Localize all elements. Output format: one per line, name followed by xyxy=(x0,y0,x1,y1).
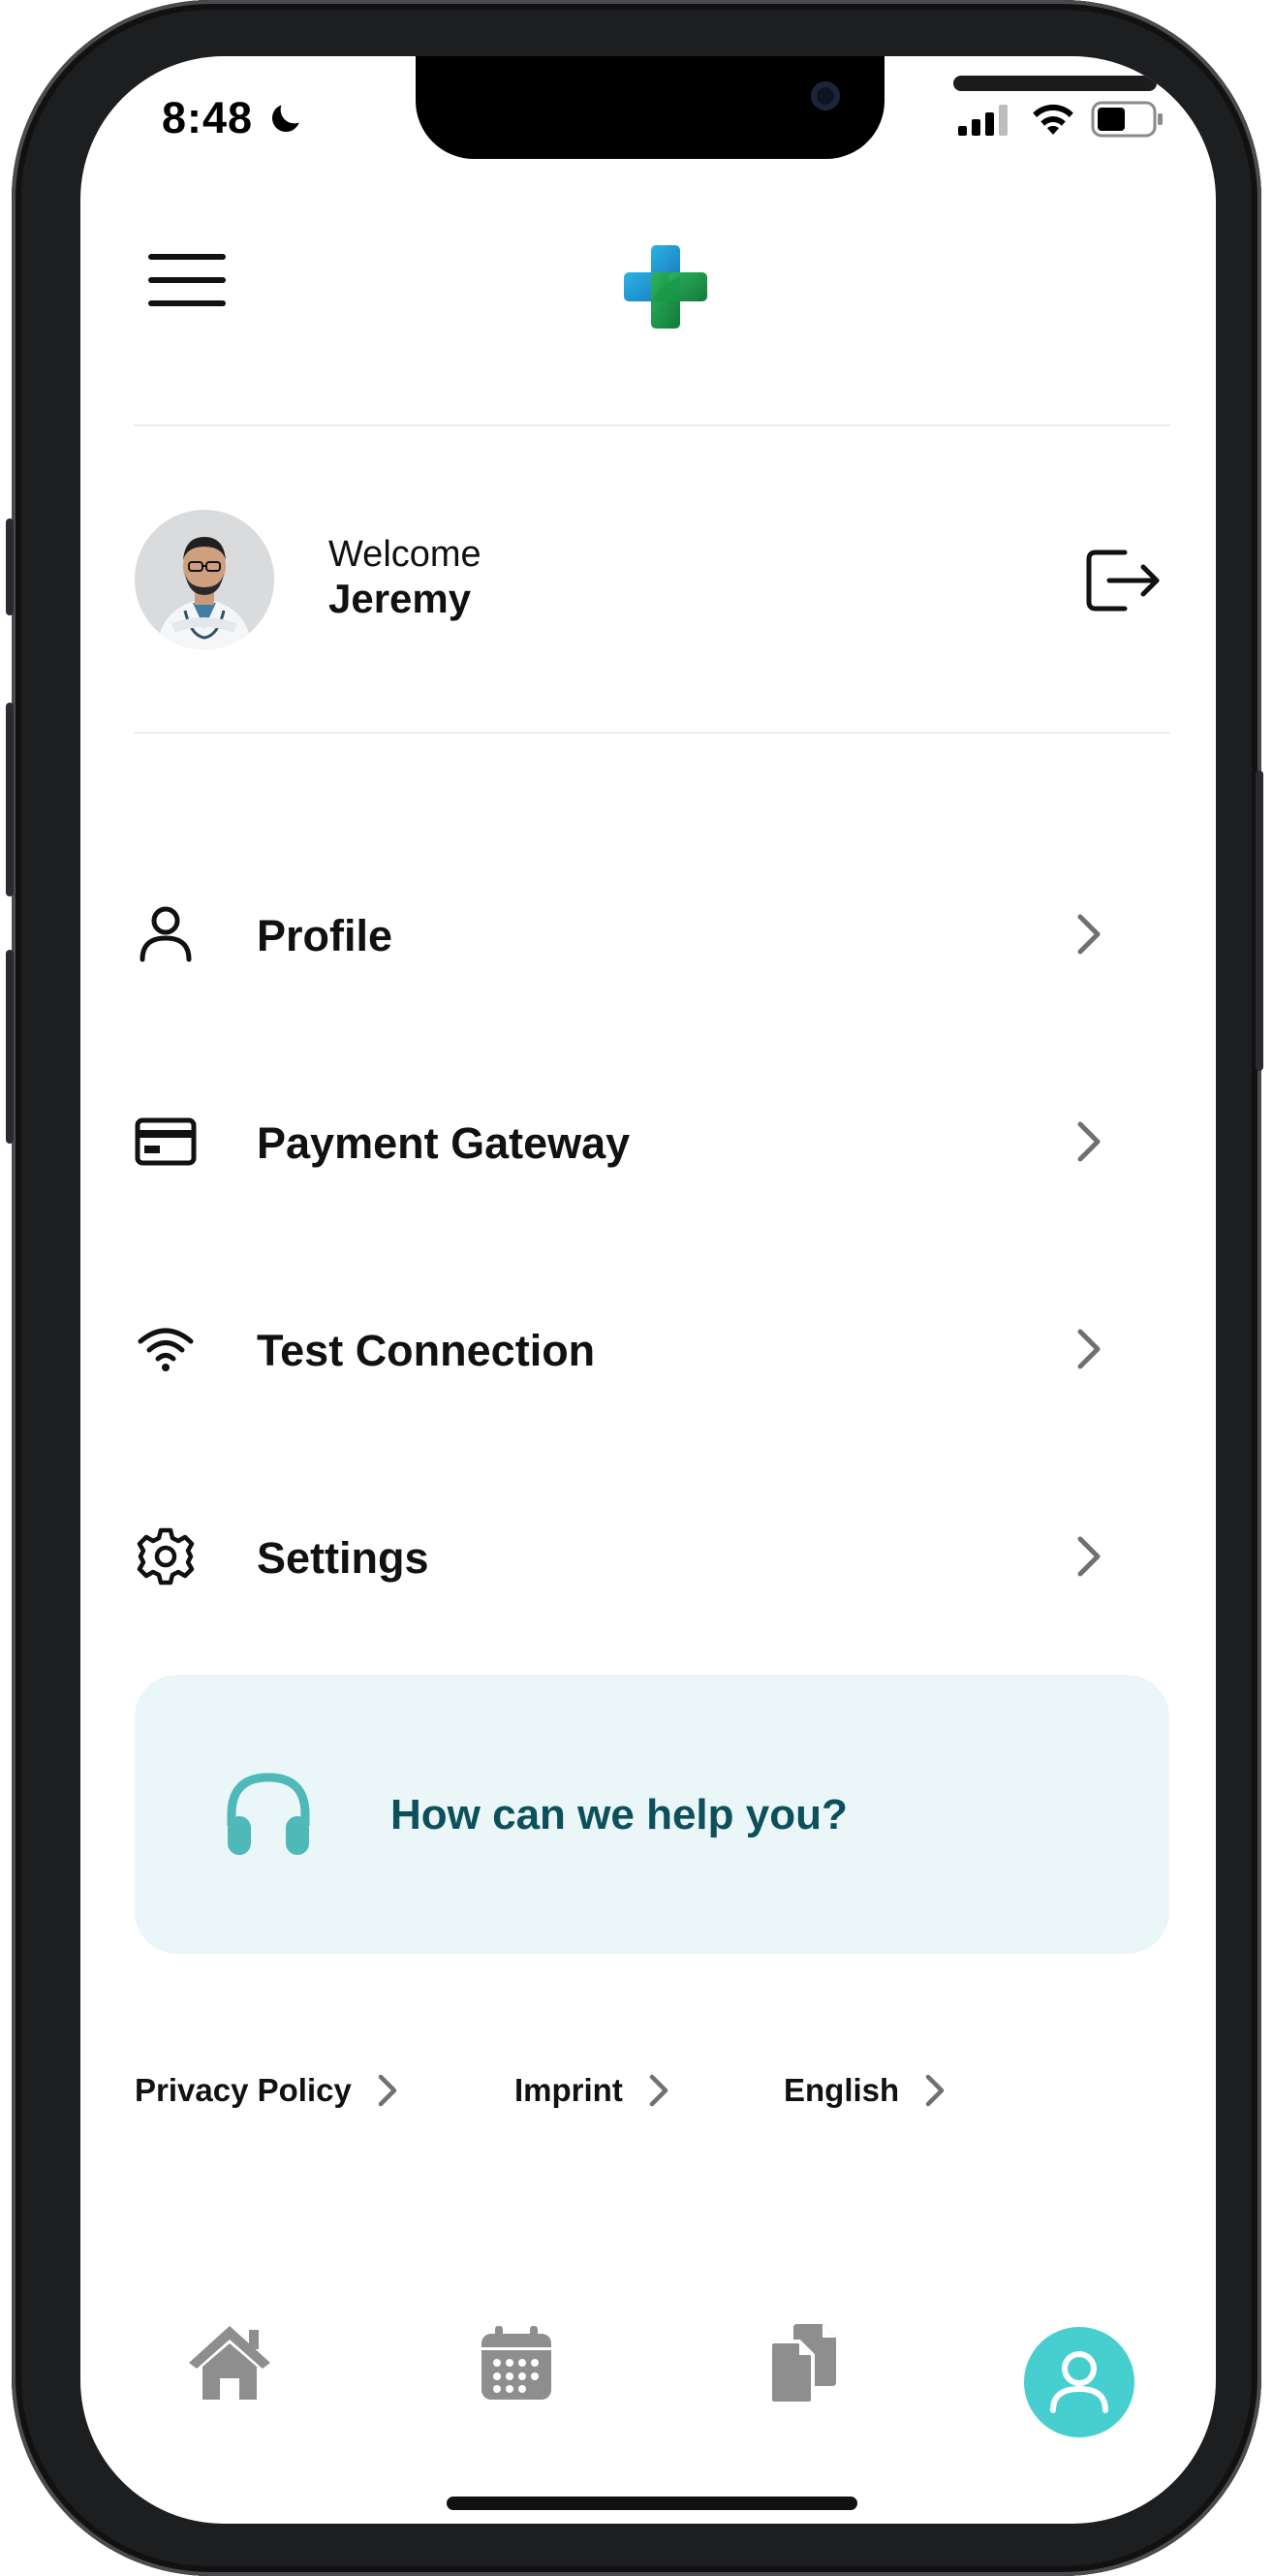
speaker-grille xyxy=(953,76,1157,91)
app-screen: 8:48 Welcome Jeremy Profile Payment Gate… xyxy=(80,56,1216,2524)
menu-item-label: Settings xyxy=(257,1533,429,1583)
header-divider xyxy=(134,424,1170,426)
menu-item-label: Profile xyxy=(257,911,393,960)
imprint-link[interactable]: Imprint xyxy=(514,2072,669,2120)
power-button xyxy=(1256,770,1263,1071)
user-icon xyxy=(140,906,192,962)
user-icon xyxy=(1050,2351,1108,2413)
moon-icon xyxy=(271,105,299,133)
wifi-icon xyxy=(138,1328,194,1371)
wifi-icon xyxy=(1033,104,1073,135)
menu-item-payment-gateway[interactable]: Payment Gateway xyxy=(135,1089,1103,1196)
language-link[interactable]: English xyxy=(784,2072,946,2120)
menu-item-label: Payment Gateway xyxy=(257,1118,631,1168)
logout-icon[interactable] xyxy=(1084,547,1162,614)
welcome-divider xyxy=(134,732,1170,734)
credit-card-icon xyxy=(135,1117,197,1166)
gear-icon xyxy=(137,1527,195,1586)
tab-profile[interactable] xyxy=(1024,2327,1134,2437)
chevron-right-icon xyxy=(378,2074,397,2107)
battery-icon xyxy=(1091,101,1163,138)
doctor-portrait xyxy=(135,510,274,649)
chevron-right-icon xyxy=(1077,1536,1101,1577)
cellular-signal-icon xyxy=(958,105,1008,136)
privacy-policy-link[interactable]: Privacy Policy xyxy=(135,2072,398,2120)
welcome-label: Welcome xyxy=(328,534,481,575)
volume-up-button xyxy=(6,703,14,896)
tab-documents-icon[interactable] xyxy=(755,2314,852,2411)
avatar[interactable] xyxy=(135,510,274,649)
menu-item-profile[interactable]: Profile xyxy=(135,882,1103,989)
volume-down-button xyxy=(6,950,14,1144)
user-name: Jeremy xyxy=(328,576,472,621)
status-time: 8:48 xyxy=(162,93,254,142)
chevron-right-icon xyxy=(1077,1329,1101,1369)
menu-item-test-connection[interactable]: Test Connection xyxy=(135,1297,1103,1403)
tab-calendar-icon[interactable] xyxy=(468,2314,565,2411)
headphones-icon xyxy=(227,1773,310,1855)
menu-item-label: Test Connection xyxy=(257,1326,596,1375)
chevron-right-icon xyxy=(925,2074,945,2107)
medical-cross-logo xyxy=(624,245,707,329)
chevron-right-icon xyxy=(649,2074,668,2107)
chevron-right-icon xyxy=(1077,1121,1101,1162)
link-label: Imprint xyxy=(514,2072,623,2108)
silent-switch xyxy=(6,518,14,615)
chevron-right-icon xyxy=(1077,914,1101,955)
menu-item-settings[interactable]: Settings xyxy=(135,1504,1103,1611)
link-label: English xyxy=(784,2072,900,2108)
help-card[interactable]: How can we help you? xyxy=(135,1675,1169,1954)
hamburger-menu-icon[interactable] xyxy=(148,254,226,308)
notch xyxy=(416,56,1157,159)
camera-icon xyxy=(811,81,840,110)
help-text: How can we help you? xyxy=(390,1791,848,1838)
home-indicator xyxy=(447,2497,857,2510)
tab-home-icon[interactable] xyxy=(181,2314,278,2411)
phone-frame: 8:48 Welcome Jeremy Profile Payment Gate… xyxy=(6,0,1263,2576)
link-label: Privacy Policy xyxy=(135,2072,352,2108)
